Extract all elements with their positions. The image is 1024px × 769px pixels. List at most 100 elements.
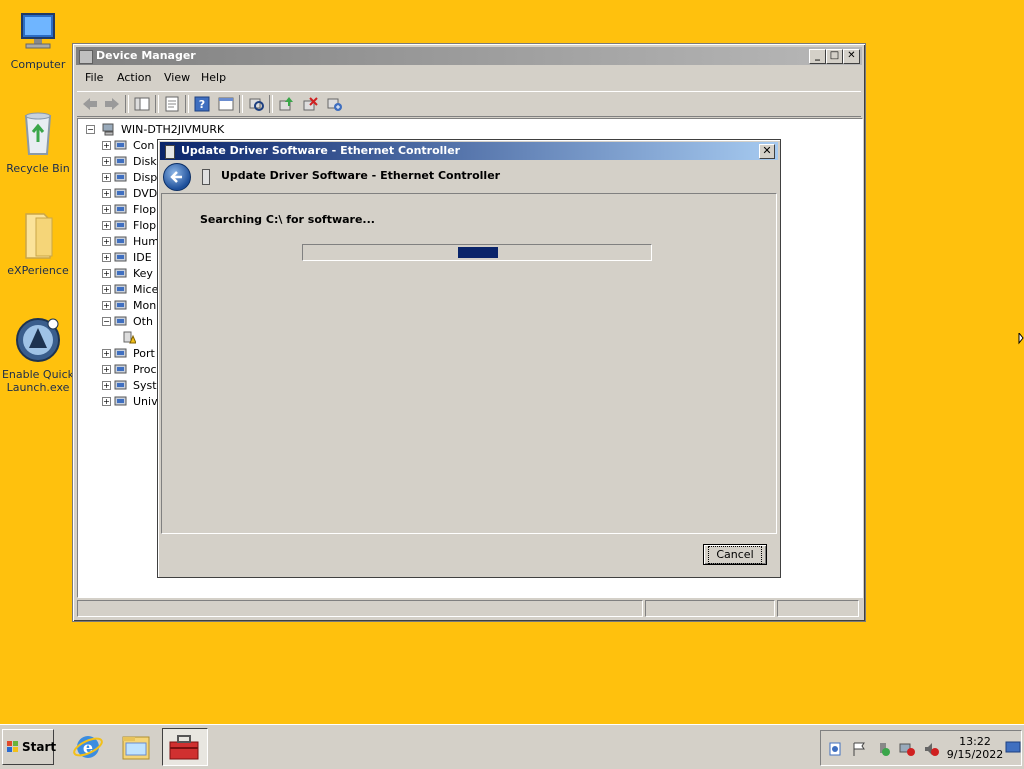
console-tree-icon[interactable]: [133, 96, 151, 112]
minimize-button[interactable]: _: [809, 49, 826, 64]
clock[interactable]: 13:22 9/15/2022: [945, 735, 1005, 761]
expand-icon[interactable]: +: [102, 253, 111, 262]
collapse-icon[interactable]: −: [86, 125, 95, 134]
help-icon[interactable]: ?: [193, 96, 211, 112]
document-icon[interactable]: [827, 741, 843, 757]
device-category-icon: [114, 252, 127, 262]
tree-node-label: Proc: [133, 363, 157, 376]
menu-view[interactable]: View: [164, 71, 190, 84]
tree-node-label: Syst: [133, 379, 157, 392]
dialog-header-text: Update Driver Software - Ethernet Contro…: [221, 169, 501, 182]
computer-icon: [21, 13, 55, 49]
scan-hardware-icon[interactable]: [247, 96, 265, 112]
dialog-title: Update Driver Software - Ethernet Contro…: [181, 144, 461, 157]
search-progress-bar: [302, 244, 652, 261]
device-manager-titlebar[interactable]: Device Manager _ □ ✕: [76, 47, 862, 65]
device-category-icon: [114, 140, 127, 150]
expand-icon[interactable]: +: [102, 189, 111, 198]
progress-fill: [458, 247, 498, 258]
desktop-icon-label: Computer: [10, 58, 66, 71]
cancel-button-label: Cancel: [708, 546, 762, 564]
menu-action[interactable]: Action: [117, 71, 151, 84]
windows-explorer-icon[interactable]: [120, 731, 152, 763]
network-icon[interactable]: [899, 741, 915, 757]
collapse-icon[interactable]: −: [102, 317, 111, 326]
tree-node-label: Mice: [133, 283, 159, 296]
start-button[interactable]: Start: [2, 729, 57, 765]
device-category-icon: [114, 236, 127, 246]
clock-date: 9/15/2022: [946, 748, 1004, 761]
tree-node-label: Con: [133, 139, 155, 152]
expand-icon[interactable]: +: [102, 157, 111, 166]
back-arrow-icon: [170, 171, 182, 183]
dialog-titlebar[interactable]: Update Driver Software - Ethernet Contro…: [160, 142, 778, 160]
dialog-content: Searching C:\ for software...: [161, 193, 777, 534]
update-driver-dialog[interactable]: Update Driver Software - Ethernet Contro…: [157, 139, 781, 578]
device-category-icon: [114, 268, 127, 278]
cancel-button[interactable]: Cancel: [703, 544, 767, 565]
show-hide-icon[interactable]: [217, 96, 235, 112]
status-bar: [77, 600, 861, 617]
update-driver-icon[interactable]: [277, 96, 295, 112]
uninstall-icon[interactable]: [301, 96, 319, 112]
status-cell-3: [777, 600, 859, 617]
toolbar-separator: [155, 95, 159, 113]
device-category-icon: [114, 380, 127, 390]
expand-icon[interactable]: +: [102, 237, 111, 246]
computer-node-icon: [102, 123, 114, 136]
expand-icon[interactable]: +: [102, 397, 111, 406]
maximize-button[interactable]: □: [826, 49, 843, 64]
back-arrow-icon[interactable]: [81, 96, 99, 112]
desktop-icon-enable-quick-launch[interactable]: Enable Quick Launch.exe: [0, 316, 76, 394]
expand-icon[interactable]: +: [102, 349, 111, 358]
volume-muted-icon[interactable]: [923, 741, 939, 757]
desktop-icon-experience[interactable]: eXPerience: [0, 212, 76, 277]
unknown-device-warning-icon: [123, 331, 136, 344]
start-label: Start: [22, 740, 57, 754]
expand-icon[interactable]: +: [102, 301, 111, 310]
internet-explorer-icon[interactable]: e: [72, 731, 104, 763]
taskbar-device-manager[interactable]: [162, 728, 208, 766]
tree-node-label: DVD: [133, 187, 158, 200]
dialog-close-button[interactable]: ✕: [759, 144, 775, 159]
action-center-flag-icon[interactable]: [851, 741, 867, 757]
toolbox-icon: [169, 735, 199, 760]
notification-area: 13:22 9/15/2022: [820, 730, 1022, 766]
tree-node-label: Disk: [133, 155, 157, 168]
show-desktop-icon[interactable]: [1005, 739, 1021, 755]
status-cell-2: [645, 600, 775, 617]
search-status-text: Searching C:\ for software...: [200, 213, 375, 226]
expand-icon[interactable]: +: [102, 365, 111, 374]
toolbar-separator: [125, 95, 129, 113]
properties-icon[interactable]: [163, 96, 181, 112]
back-button[interactable]: [163, 163, 191, 191]
desktop-icon-label: Recycle Bin: [6, 162, 70, 175]
expand-icon[interactable]: +: [102, 173, 111, 182]
expand-icon[interactable]: +: [102, 269, 111, 278]
toolbar: ?: [77, 91, 861, 117]
expand-icon[interactable]: +: [102, 205, 111, 214]
device-category-icon: [114, 300, 127, 310]
clock-time: 13:22: [959, 735, 991, 748]
device-category-icon: [114, 172, 127, 182]
menu-help[interactable]: Help: [201, 71, 226, 84]
close-button[interactable]: ✕: [843, 49, 860, 64]
toolbar-separator: [185, 95, 189, 113]
device-category-icon: [114, 284, 127, 294]
tree-node-label: Disp: [133, 171, 158, 184]
expand-icon[interactable]: +: [102, 141, 111, 150]
mouse-cursor-icon: [1018, 333, 1024, 345]
desktop-icon-recycle-bin[interactable]: Recycle Bin: [0, 110, 76, 175]
desktop-icon-computer[interactable]: Computer: [0, 10, 76, 71]
expand-icon[interactable]: +: [102, 221, 111, 230]
device-category-icon: [114, 156, 127, 166]
menu-bar: File Action View Help: [77, 68, 861, 88]
expand-icon[interactable]: +: [102, 381, 111, 390]
forward-arrow-icon[interactable]: [103, 96, 121, 112]
device-category-icon: [114, 348, 127, 358]
disable-device-icon[interactable]: [325, 96, 343, 112]
safely-remove-hardware-icon[interactable]: [875, 741, 891, 757]
tree-node-label: Port: [133, 347, 155, 360]
expand-icon[interactable]: +: [102, 285, 111, 294]
menu-file[interactable]: File: [85, 71, 103, 84]
